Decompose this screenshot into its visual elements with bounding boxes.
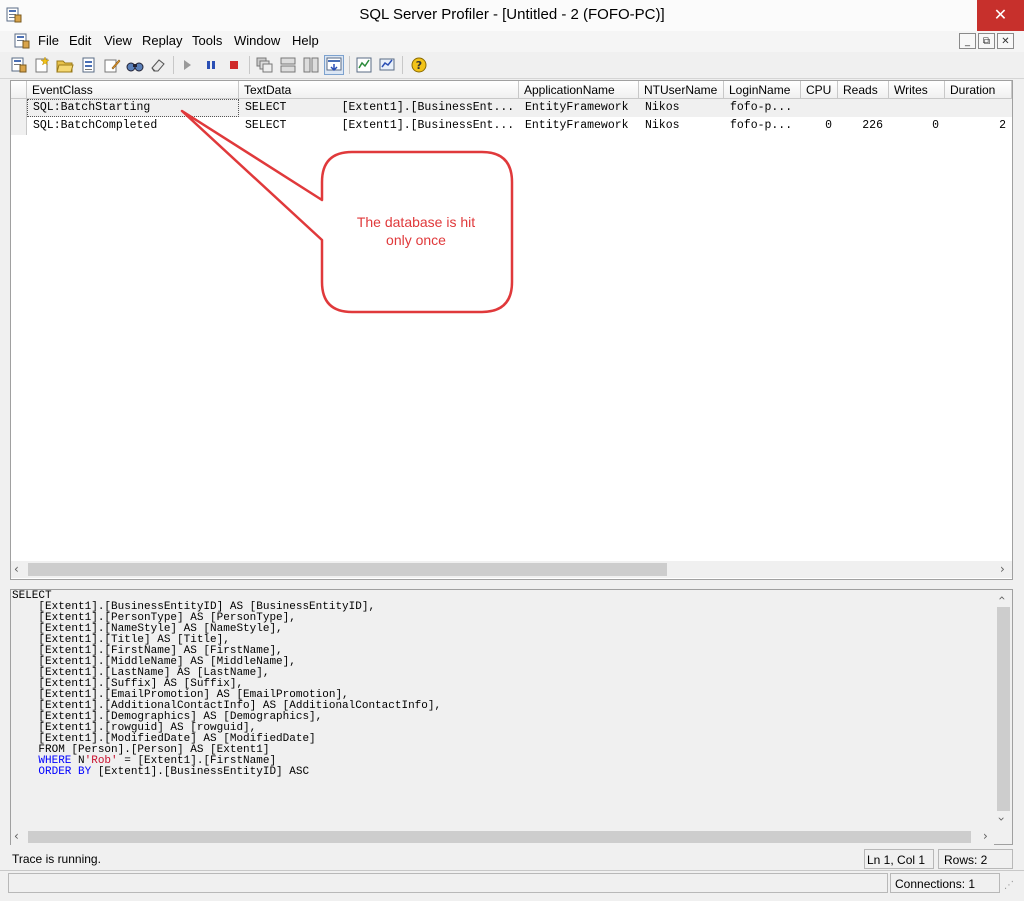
status-divider [0,870,1024,871]
status-empty-pane [8,873,888,893]
scroll-right-arrow-icon[interactable]: › [983,829,988,843]
scroll-down-arrow-icon[interactable]: › [994,817,1008,822]
status-cursor-position: Ln 1, Col 1 [864,849,934,869]
status-row-count: Rows: 2 [938,849,1013,869]
scroll-up-arrow-icon[interactable]: › [994,596,1008,601]
status-message: Trace is running. [12,852,101,866]
callout-line-1: The database is hit [356,214,476,230]
text-horizontal-scrollbar-thumb[interactable] [28,831,971,843]
sql-text[interactable]: SELECT [Extent1].[BusinessEntityID] AS [… [12,591,441,778]
status-connections: Connections: 1 [890,873,1000,893]
resize-grip-icon[interactable]: ⋰ [1004,880,1018,894]
sql-token-keyword: ORDER BY [38,766,92,778]
scroll-left-arrow-icon[interactable]: ‹ [14,829,19,843]
text-vertical-scrollbar-thumb[interactable] [997,607,1010,811]
sql-token-plain: [Extent1].[BusinessEntityID] ASC [91,766,310,778]
sql-line: ORDER BY [Extent1].[BusinessEntityID] AS… [12,766,309,778]
callout-text: The database is hit only once [322,213,510,249]
callout-line-2: only once [386,232,446,248]
